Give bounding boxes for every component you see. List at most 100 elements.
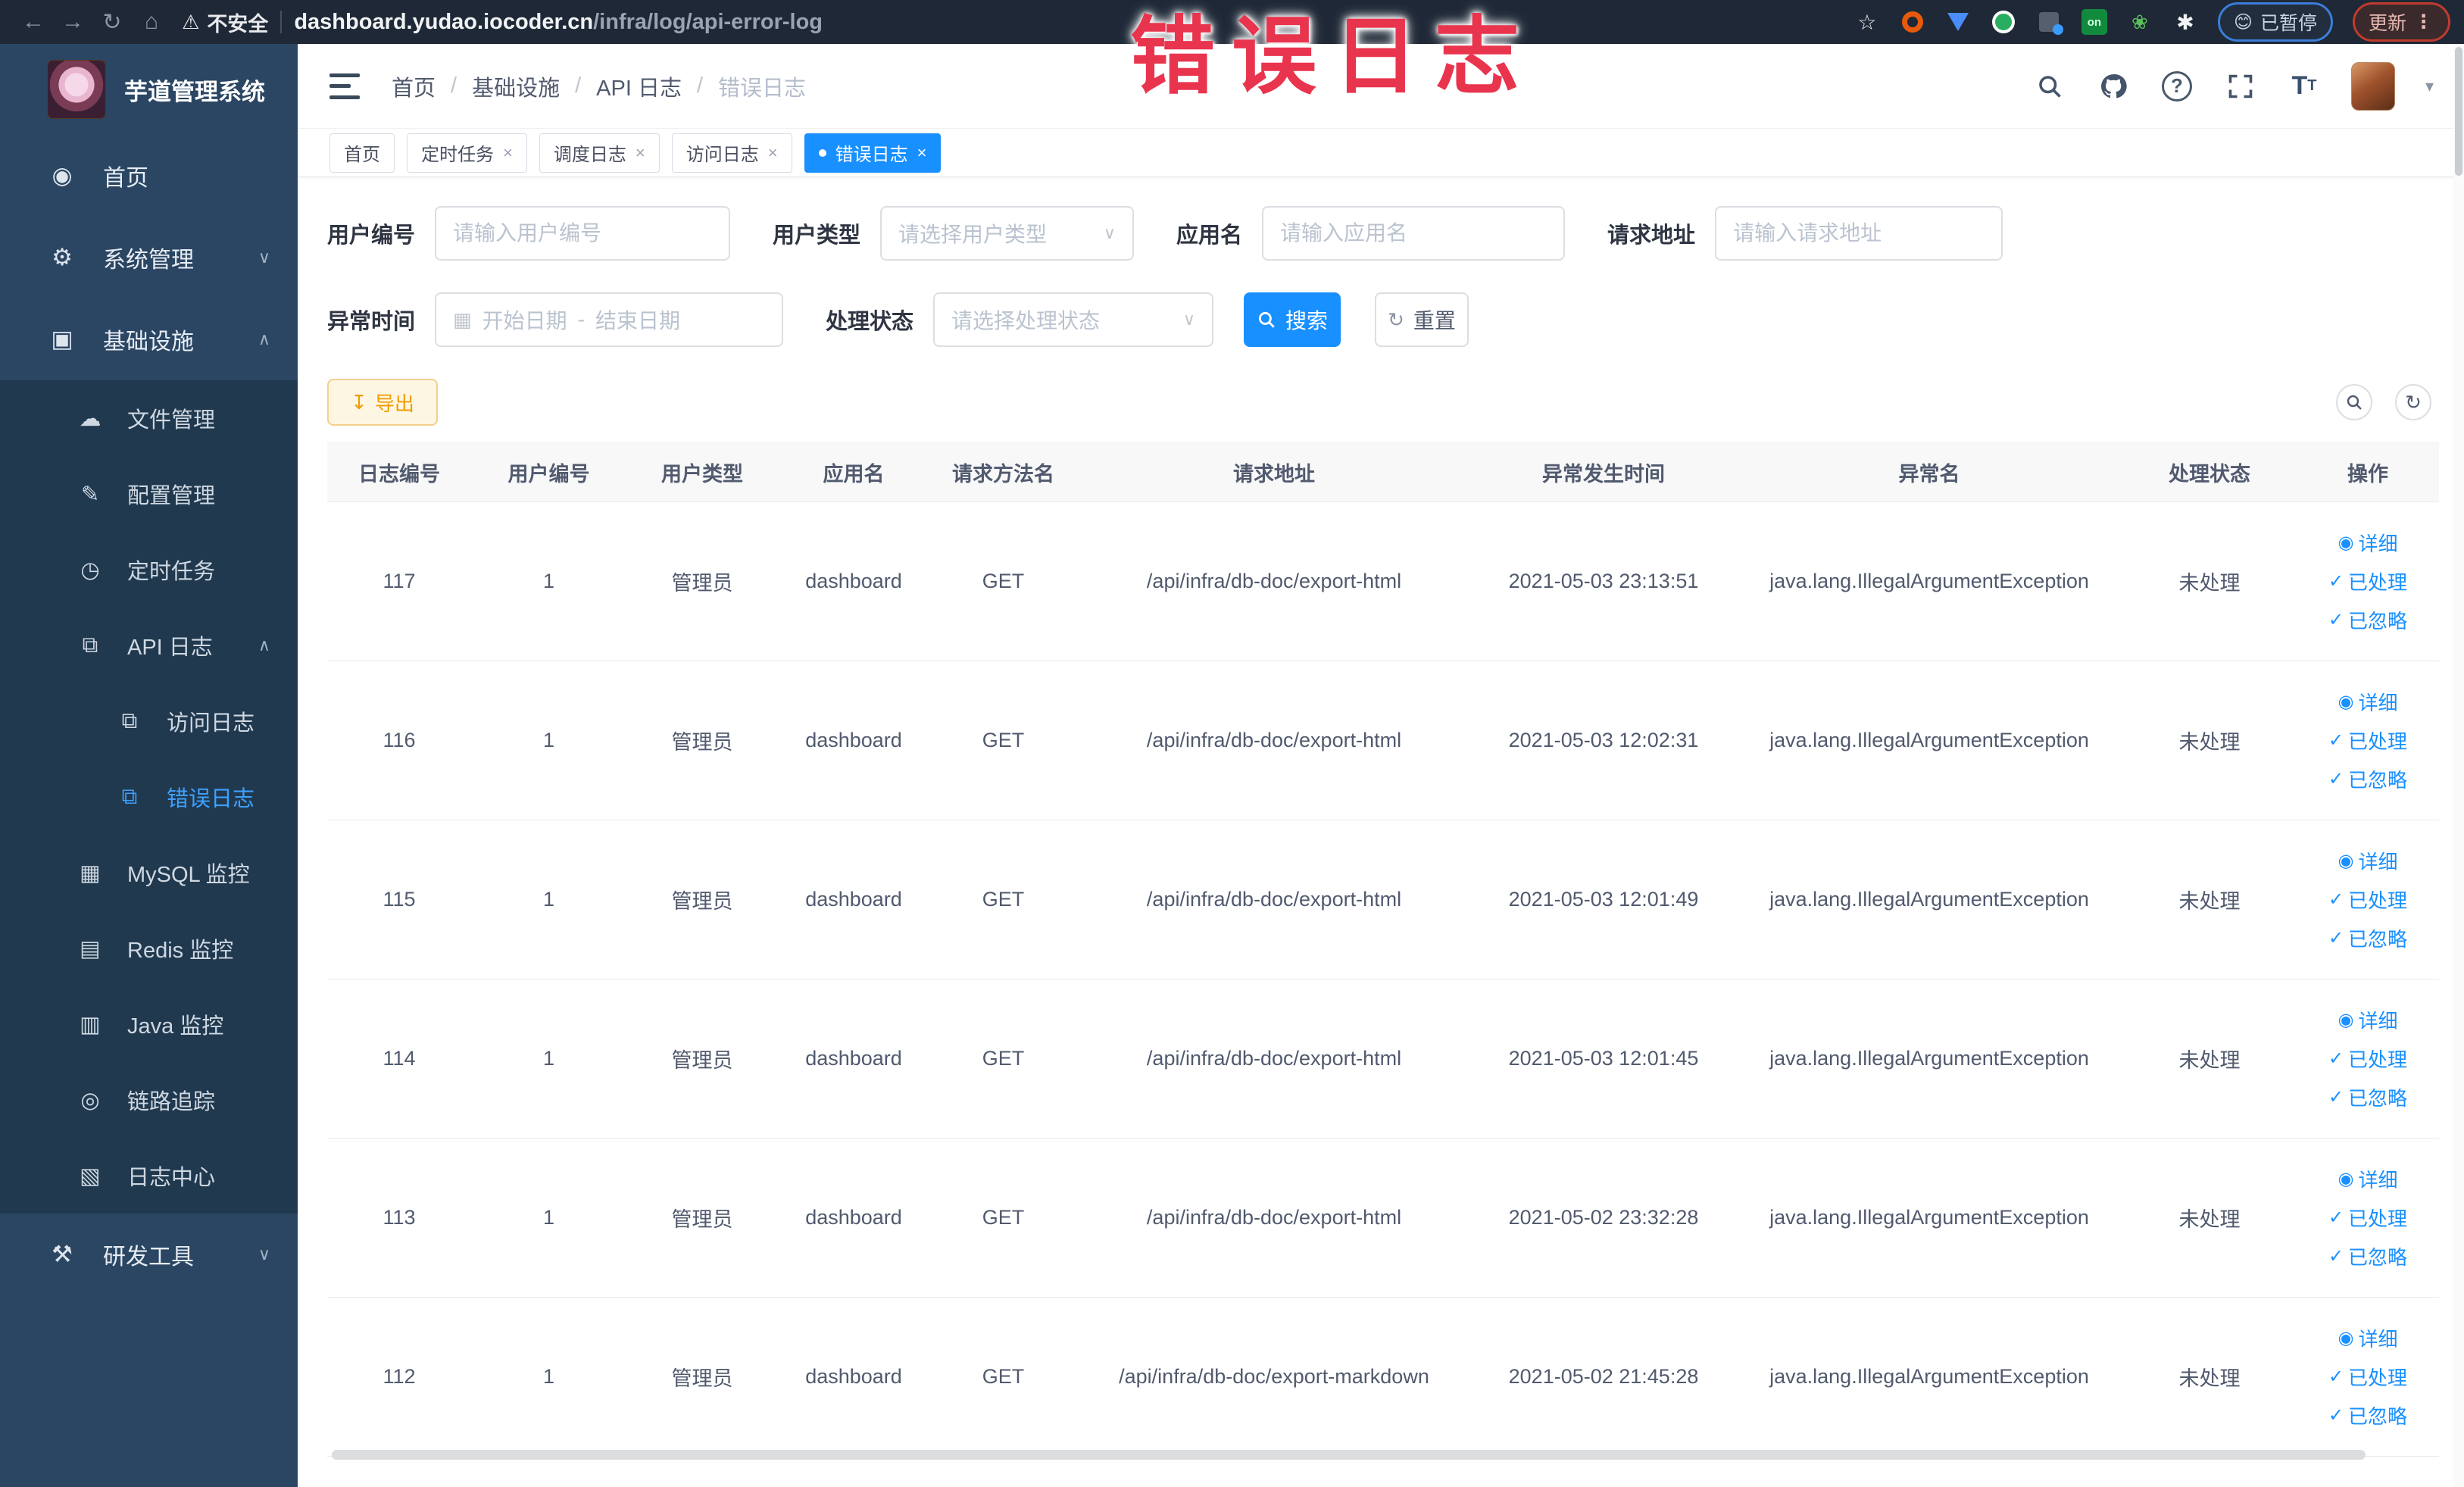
app-name-input[interactable] <box>1262 206 1566 261</box>
mark-ignored-link[interactable]: ✓ 已忽略 <box>2328 765 2407 793</box>
tab-schedule-log[interactable]: 调度日志 × <box>539 133 660 173</box>
tab-error-log[interactable]: 错误日志 × <box>804 133 942 173</box>
refresh-icon: ↻ <box>1388 308 1404 331</box>
scrollbar-thumb[interactable] <box>2455 47 2462 176</box>
refresh-table-button[interactable]: ↻ <box>2395 384 2431 420</box>
sidebar-item-mysql-monitor[interactable]: ▦ MySQL 监控 <box>0 835 298 911</box>
eye-icon: ◉ <box>2338 1010 2354 1030</box>
reload-icon[interactable]: ↻ <box>92 9 132 36</box>
vertical-scrollbar[interactable] <box>2453 44 2464 1487</box>
chevron-up-icon: ∧ <box>258 330 270 348</box>
user-type-select[interactable]: 请选择用户类型 ∨ <box>880 206 1135 261</box>
mark-processed-link[interactable]: ✓ 已处理 <box>2328 1045 2407 1073</box>
extensions-puzzle-icon[interactable]: ✱ <box>2172 9 2198 35</box>
extension-orange-icon[interactable] <box>1900 9 1925 35</box>
cloud-upload-icon: ☁ <box>79 406 101 431</box>
mark-processed-link[interactable]: ✓ 已处理 <box>2328 886 2407 914</box>
close-icon[interactable]: × <box>636 143 645 163</box>
extension-grid-icon[interactable] <box>2036 9 2063 35</box>
detail-link[interactable]: ◉ 详细 <box>2338 1006 2398 1034</box>
check-icon: ✓ <box>2328 1367 2344 1387</box>
mark-ignored-link[interactable]: ✓ 已忽略 <box>2328 606 2407 634</box>
sidebar-item-devtools[interactable]: ⚒ 研发工具 ∨ <box>0 1214 298 1295</box>
breadcrumb: 首页 / 基础设施 / API 日志 / 错误日志 <box>392 70 806 102</box>
check-icon: ✓ <box>2328 928 2344 948</box>
sidebar-item-access-log[interactable]: ⧉ 访问日志 <box>0 683 298 759</box>
sidebar-collapse-icon[interactable] <box>329 73 360 99</box>
search-button[interactable]: 搜索 <box>1244 292 1341 347</box>
exception-time-range-picker[interactable]: ▦ 开始日期 - 结束日期 <box>435 292 784 347</box>
extension-leaf-icon[interactable]: ❀ <box>2127 9 2153 35</box>
font-size-icon[interactable]: TT <box>2288 70 2321 103</box>
breadcrumb-api-log[interactable]: API 日志 <box>596 70 682 102</box>
sidebar-item-infrastructure[interactable]: ▣ 基础设施 ∧ <box>0 298 298 380</box>
user-menu-caret-icon[interactable]: ▾ <box>2425 77 2434 96</box>
mark-ignored-link[interactable]: ✓ 已忽略 <box>2328 924 2407 952</box>
sidebar-item-java-monitor[interactable]: ▥ Java 监控 <box>0 986 298 1062</box>
user-id-input[interactable] <box>435 206 731 261</box>
check-icon: ✓ <box>2328 610 2344 630</box>
detail-link[interactable]: ◉ 详细 <box>2338 1165 2398 1193</box>
sidebar-item-log-center[interactable]: ▧ 日志中心 <box>0 1138 298 1214</box>
mark-ignored-link[interactable]: ✓ 已忽略 <box>2328 1083 2407 1111</box>
sidebar-item-file-management[interactable]: ☁ 文件管理 <box>0 380 298 456</box>
detail-link[interactable]: ◉ 详细 <box>2338 529 2398 557</box>
tab-scheduled-jobs[interactable]: 定时任务 × <box>407 133 527 173</box>
home-icon[interactable]: ⌂ <box>132 9 171 35</box>
mark-processed-link[interactable]: ✓ 已处理 <box>2328 1204 2407 1232</box>
back-icon[interactable]: ← <box>14 9 53 35</box>
search-icon[interactable] <box>2033 70 2066 103</box>
detail-link[interactable]: ◉ 详细 <box>2338 688 2398 716</box>
address-divider <box>280 11 283 33</box>
sidebar-item-redis-monitor[interactable]: ▤ Redis 监控 <box>0 911 298 986</box>
sidebar-item-api-log[interactable]: ⧉ API 日志 ∧ <box>0 608 298 683</box>
request-url-input[interactable] <box>1715 206 2003 261</box>
forward-icon[interactable]: → <box>53 9 92 35</box>
sync-paused-badge[interactable]: 😊 已暂停 <box>2217 2 2333 42</box>
detail-link[interactable]: ◉ 详细 <box>2338 847 2398 875</box>
sidebar-item-system[interactable]: ⚙ 系统管理 ∨ <box>0 217 298 298</box>
table-row: 114 1 管理员 dashboard GET /api/infra/db-do… <box>327 979 2439 1139</box>
mark-processed-link[interactable]: ✓ 已处理 <box>2328 726 2407 754</box>
app-title: 芋道管理系统 <box>124 78 265 105</box>
fullscreen-icon[interactable] <box>2224 70 2257 103</box>
request-url-field[interactable] <box>1733 221 1985 245</box>
toggle-search-button[interactable] <box>2336 384 2372 420</box>
github-icon[interactable] <box>2097 70 2130 103</box>
sidebar-item-home[interactable]: ◉ 首页 <box>0 135 298 217</box>
detail-link[interactable]: ◉ 详细 <box>2338 1324 2398 1352</box>
mark-processed-link[interactable]: ✓ 已处理 <box>2328 1363 2407 1391</box>
close-icon[interactable]: × <box>768 143 778 163</box>
export-button[interactable]: ↧ 导出 <box>327 379 438 426</box>
address-bar[interactable]: ⚠ 不安全 dashboard.yudao.iocoder.cn/infra/l… <box>182 8 1854 37</box>
sidebar-item-scheduled-jobs[interactable]: ◷ 定时任务 <box>0 532 298 608</box>
breadcrumb-home[interactable]: 首页 <box>392 70 436 102</box>
sidebar: 芋道管理系统 ◉ 首页 ⚙ 系统管理 ∨ ▣ 基础设施 ∧ ☁ 文件管理 ✎ 配… <box>0 44 298 1487</box>
download-icon: ↧ <box>351 390 367 414</box>
sidebar-item-error-log[interactable]: ⧉ 错误日志 <box>0 759 298 835</box>
close-icon[interactable]: × <box>503 143 513 163</box>
chrome-update-button[interactable]: 更新 ⋮ <box>2352 2 2450 42</box>
user-avatar[interactable] <box>2350 61 2395 111</box>
horizontal-scrollbar[interactable] <box>332 1450 2366 1460</box>
app-logo[interactable]: 芋道管理系统 <box>0 44 298 135</box>
mark-processed-link[interactable]: ✓ 已处理 <box>2328 567 2407 595</box>
user-id-field[interactable] <box>453 221 713 245</box>
process-status-select[interactable]: 请选择处理状态 ∨ <box>933 292 1214 347</box>
sidebar-item-trace[interactable]: ◎ 链路追踪 <box>0 1062 298 1138</box>
app-name-field[interactable] <box>1280 221 1547 245</box>
reset-button[interactable]: ↻ 重置 <box>1375 292 1469 347</box>
help-icon[interactable]: ? <box>2160 70 2194 103</box>
mark-ignored-link[interactable]: ✓ 已忽略 <box>2328 1242 2407 1270</box>
extension-on-badge[interactable]: on <box>2081 9 2107 35</box>
extension-shield-icon[interactable] <box>1945 9 1971 35</box>
mark-ignored-link[interactable]: ✓ 已忽略 <box>2328 1401 2407 1429</box>
tab-home[interactable]: 首页 <box>329 133 395 173</box>
close-icon[interactable]: × <box>917 143 927 163</box>
tab-access-log[interactable]: 访问日志 × <box>671 133 792 173</box>
extension-green-icon[interactable] <box>1991 9 2016 35</box>
sidebar-item-config-management[interactable]: ✎ 配置管理 <box>0 456 298 532</box>
bookmark-star-icon[interactable]: ☆ <box>1854 9 1880 35</box>
chevron-down-icon: ∨ <box>1182 310 1196 329</box>
breadcrumb-infrastructure[interactable]: 基础设施 <box>472 70 560 102</box>
